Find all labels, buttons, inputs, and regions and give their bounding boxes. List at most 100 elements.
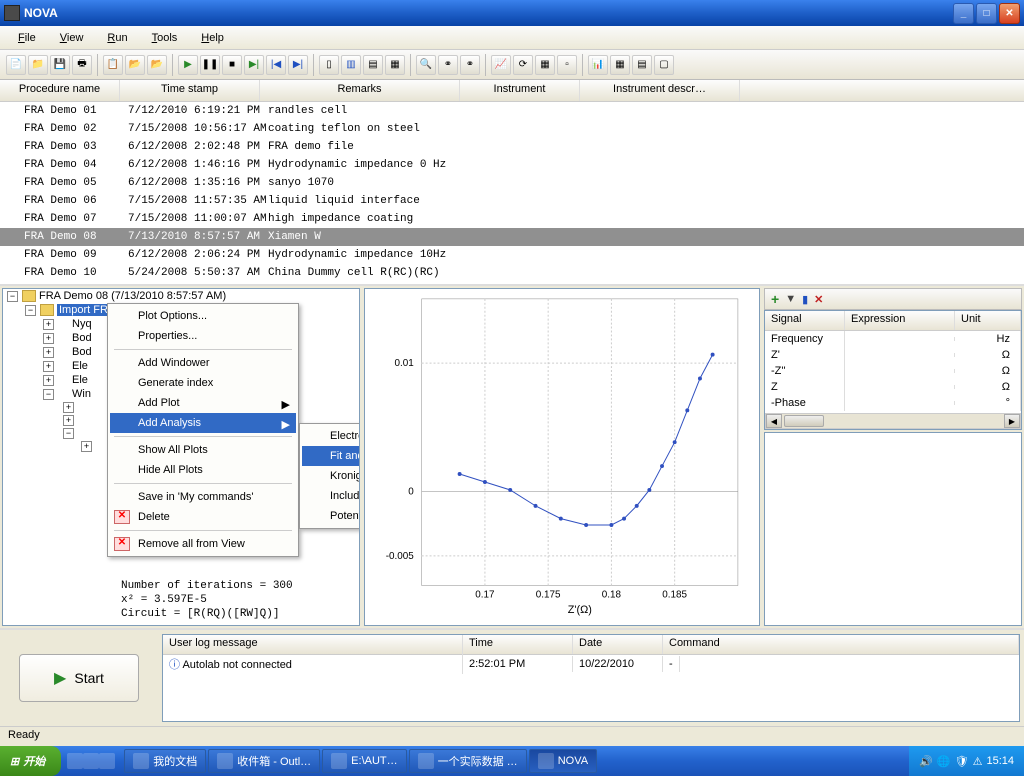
tb-chart-icon[interactable]: 📈 bbox=[491, 55, 511, 75]
log-row[interactable]: ⓘ Autolab not connected 2:52:01 PM 10/22… bbox=[163, 655, 1019, 673]
expand-icon[interactable]: + bbox=[43, 347, 54, 358]
table-row[interactable]: FRA Demo 067/15/2008 11:57:35 AMliquid l… bbox=[0, 192, 1024, 210]
table-row[interactable]: FRA Demo 077/15/2008 11:00:07 AMhigh imp… bbox=[0, 210, 1024, 228]
delete-signal-icon[interactable]: ✕ bbox=[814, 293, 823, 306]
tb-table-icon[interactable]: ▤ bbox=[632, 55, 652, 75]
menu-item[interactable]: Delete✕ bbox=[110, 507, 296, 527]
tb-folder2-icon[interactable]: 📂 bbox=[147, 55, 167, 75]
clock[interactable]: 15:14 bbox=[986, 755, 1014, 767]
expand-icon[interactable]: + bbox=[43, 361, 54, 372]
tb-pause-icon[interactable]: ❚❚ bbox=[200, 55, 220, 75]
menu-item[interactable]: Add Windower bbox=[110, 353, 296, 373]
log-col-msg[interactable]: User log message bbox=[163, 635, 463, 654]
expand-icon[interactable]: + bbox=[43, 319, 54, 330]
sig-col-signal[interactable]: Signal bbox=[765, 311, 845, 330]
expand-icon[interactable]: − bbox=[43, 389, 54, 400]
submenu-item[interactable]: Fit and Simulation bbox=[302, 446, 360, 466]
tray-icon[interactable]: 🛡 bbox=[955, 755, 969, 768]
close-button[interactable]: ✕ bbox=[999, 3, 1020, 24]
tb-plot-icon[interactable]: 📊 bbox=[588, 55, 608, 75]
tb-open-icon[interactable]: 📁 bbox=[28, 55, 48, 75]
quicklaunch-icon[interactable] bbox=[67, 753, 83, 769]
maximize-button[interactable]: □ bbox=[976, 3, 997, 24]
log-col-cmd[interactable]: Command bbox=[663, 635, 1019, 654]
log-col-time[interactable]: Time bbox=[463, 635, 573, 654]
tb-step-icon[interactable]: ▶| bbox=[244, 55, 264, 75]
quicklaunch-icon[interactable] bbox=[99, 753, 115, 769]
menu-item[interactable]: Plot Options... bbox=[110, 306, 296, 326]
submenu-item[interactable]: Kronig-Kramers bbox=[302, 466, 360, 486]
tb-play-icon[interactable]: ▶ bbox=[178, 55, 198, 75]
table-row[interactable]: FRA Demo 056/12/2008 1:35:16 PMsanyo 107… bbox=[0, 174, 1024, 192]
expand-icon[interactable]: + bbox=[63, 415, 74, 426]
scroll-thumb[interactable] bbox=[784, 415, 824, 427]
task-item[interactable]: 我的文档 bbox=[124, 749, 206, 773]
submenu-item[interactable]: Potential scan FRA data bbox=[302, 506, 360, 526]
quicklaunch-icon[interactable] bbox=[83, 753, 99, 769]
minimize-button[interactable]: _ bbox=[953, 3, 974, 24]
tb-layout2-icon[interactable]: ▥ bbox=[341, 55, 361, 75]
tb-prev-icon[interactable]: |◀ bbox=[266, 55, 286, 75]
col-instrument[interactable]: Instrument bbox=[460, 80, 580, 101]
signal-row[interactable]: -Z''Ω bbox=[765, 363, 1021, 379]
menu-item[interactable]: Add Analysis▶ bbox=[110, 413, 296, 433]
tb-copy-icon[interactable]: 📋 bbox=[103, 55, 123, 75]
tree-root[interactable]: − FRA Demo 08 (7/13/2010 8:57:57 AM) bbox=[3, 289, 359, 303]
menu-item[interactable]: Remove all from View✕ bbox=[110, 534, 296, 554]
tray-icon[interactable]: 🌐 bbox=[937, 755, 951, 768]
tb-link-icon[interactable]: ⚭ bbox=[438, 55, 458, 75]
menu-item[interactable]: Hide All Plots bbox=[110, 460, 296, 480]
expand-icon[interactable]: + bbox=[81, 441, 92, 452]
expand-icon[interactable]: + bbox=[63, 402, 74, 413]
menu-run[interactable]: Run bbox=[97, 30, 137, 46]
sig-col-expr[interactable]: Expression bbox=[845, 311, 955, 330]
table-row[interactable]: FRA Demo 105/24/2008 5:50:37 AMChina Dum… bbox=[0, 264, 1024, 282]
scroll-left-icon[interactable]: ◀ bbox=[766, 414, 782, 428]
tray-icon[interactable]: 🔊 bbox=[919, 755, 933, 768]
menu-item[interactable]: Add Plot▶ bbox=[110, 393, 296, 413]
tray-icon[interactable]: ⚠ bbox=[973, 755, 983, 768]
table-row[interactable]: FRA Demo 046/12/2008 1:46:16 PMHydrodyna… bbox=[0, 156, 1024, 174]
signal-row[interactable]: ZΩ bbox=[765, 379, 1021, 395]
tb-next-icon[interactable]: ▶| bbox=[288, 55, 308, 75]
task-item-active[interactable]: NOVA bbox=[529, 749, 597, 773]
submenu-item[interactable]: Include all FRA data bbox=[302, 486, 360, 506]
columns-icon[interactable]: ▮ bbox=[802, 293, 808, 306]
tb-layout4-icon[interactable]: ▦ bbox=[385, 55, 405, 75]
task-item[interactable]: 一个实际数据 … bbox=[409, 749, 527, 773]
tb-btn-a[interactable]: ▦ bbox=[535, 55, 555, 75]
scroll-right-icon[interactable]: ▶ bbox=[1004, 414, 1020, 428]
expand-icon[interactable]: + bbox=[43, 333, 54, 344]
tb-refresh-icon[interactable]: ⟳ bbox=[513, 55, 533, 75]
signal-row[interactable]: -Phase° bbox=[765, 395, 1021, 411]
collapse-icon[interactable]: − bbox=[63, 428, 74, 439]
menu-help[interactable]: Help bbox=[191, 30, 234, 46]
signal-row[interactable]: Z'Ω bbox=[765, 347, 1021, 363]
col-timestamp[interactable]: Time stamp bbox=[120, 80, 260, 101]
tb-zoom-icon[interactable]: 🔍 bbox=[416, 55, 436, 75]
tb-layout1-icon[interactable]: ▯ bbox=[319, 55, 339, 75]
tb-layout3-icon[interactable]: ▤ bbox=[363, 55, 383, 75]
col-remarks[interactable]: Remarks bbox=[260, 80, 460, 101]
collapse-icon[interactable]: − bbox=[25, 305, 36, 316]
col-procedure[interactable]: Procedure name bbox=[0, 80, 120, 101]
menu-tools[interactable]: Tools bbox=[142, 30, 188, 46]
submenu-item[interactable]: Electrochemical circle fit bbox=[302, 426, 360, 446]
signal-scrollbar[interactable]: ◀ ▶ bbox=[765, 413, 1021, 429]
tb-btn-b[interactable]: ▫ bbox=[557, 55, 577, 75]
task-item[interactable]: 收件箱 - Outl… bbox=[208, 749, 320, 773]
menu-item[interactable]: Show All Plots bbox=[110, 440, 296, 460]
task-item[interactable]: E:\AUT… bbox=[322, 749, 406, 773]
tb-grid-icon[interactable]: ▦ bbox=[610, 55, 630, 75]
table-row[interactable]: FRA Demo 096/12/2008 2:06:24 PMHydrodyna… bbox=[0, 246, 1024, 264]
windows-start-button[interactable]: ⊞ 开始 bbox=[0, 746, 61, 776]
menu-item[interactable]: Save in 'My commands' bbox=[110, 487, 296, 507]
table-row[interactable]: FRA Demo 027/15/2008 10:56:17 AMcoating … bbox=[0, 120, 1024, 138]
tb-folder-icon[interactable]: 📂 bbox=[125, 55, 145, 75]
tb-new-icon[interactable]: 📄 bbox=[6, 55, 26, 75]
table-row[interactable]: FRA Demo 017/12/2010 6:19:21 PMrandles c… bbox=[0, 102, 1024, 120]
col-instrument-descr[interactable]: Instrument descr… bbox=[580, 80, 740, 101]
tb-more-icon[interactable]: ▢ bbox=[654, 55, 674, 75]
collapse-icon[interactable]: − bbox=[7, 291, 18, 302]
table-row[interactable]: FRA Demo 036/12/2008 2:02:48 PMFRA demo … bbox=[0, 138, 1024, 156]
